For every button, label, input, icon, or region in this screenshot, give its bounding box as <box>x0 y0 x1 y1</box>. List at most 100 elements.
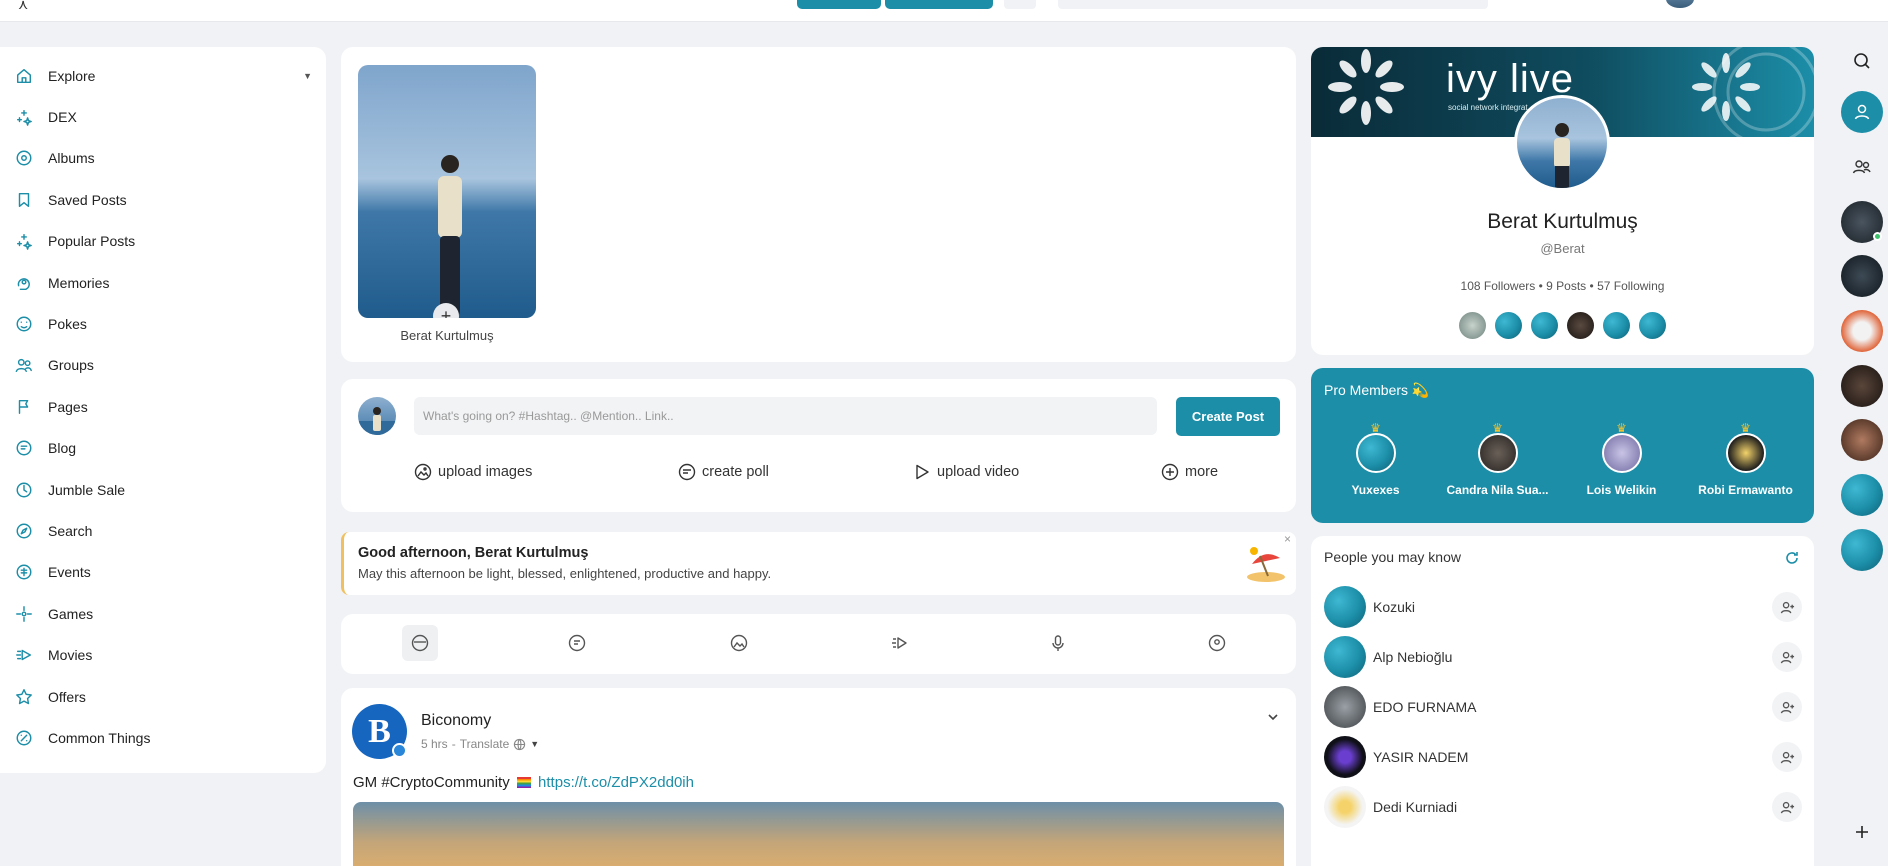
top-action-button-2[interactable] <box>885 0 993 9</box>
sidebar-item-offers[interactable]: Offers <box>0 676 326 717</box>
profile-avatar[interactable] <box>1514 95 1610 191</box>
friend-avatar[interactable] <box>1639 312 1666 339</box>
sidebar-item-common-things[interactable]: Common Things <box>0 717 326 758</box>
tab-location-posts[interactable] <box>1199 625 1235 661</box>
pro-member-avatar[interactable] <box>1355 433 1396 473</box>
sidebar-item-memories[interactable]: Memories <box>0 262 326 303</box>
suggested-person-name[interactable]: Dedi Kurniadi <box>1373 799 1772 815</box>
following-count[interactable]: 57 Following <box>1597 279 1664 293</box>
contact-avatar[interactable] <box>1841 255 1883 297</box>
chevron-down-icon[interactable] <box>1266 710 1280 724</box>
create-poll-button[interactable]: create poll <box>678 463 769 481</box>
verified-badge-icon <box>392 743 407 758</box>
refresh-icon[interactable] <box>1784 550 1800 566</box>
online-contact-avatar[interactable] <box>1841 201 1883 243</box>
sidebar-item-pages[interactable]: Pages <box>0 386 326 427</box>
create-post-button[interactable]: Create Post <box>1176 397 1280 436</box>
suggested-person-row[interactable]: Kozuki <box>1324 585 1802 629</box>
sidebar-item-games[interactable]: Games <box>0 593 326 634</box>
upload-images-button[interactable]: upload images <box>414 463 532 481</box>
suggested-person-avatar[interactable] <box>1324 736 1366 778</box>
caret-down-icon[interactable]: ▼ <box>303 71 312 81</box>
pro-member-avatar[interactable] <box>1601 433 1642 473</box>
tab-video-posts[interactable] <box>881 625 917 661</box>
post-image[interactable] <box>353 802 1284 866</box>
contact-avatar[interactable] <box>1841 474 1883 516</box>
suggested-person-row[interactable]: EDO FURNAMA <box>1324 685 1802 729</box>
cover-subtitle: social network integrat <box>1448 103 1528 112</box>
suggested-person-row[interactable]: YASIR NADEM <box>1324 735 1802 779</box>
suggested-person-name[interactable]: Alp Nebioğlu <box>1373 649 1772 665</box>
rail-search-button[interactable] <box>1841 40 1883 82</box>
pro-member[interactable]: ♛ Yuxexes <box>1318 422 1433 497</box>
add-friend-button[interactable] <box>1772 792 1802 822</box>
story-thumbnail[interactable]: + <box>358 65 536 318</box>
rail-friends-button[interactable] <box>1841 146 1883 188</box>
tab-text-posts[interactable] <box>559 625 595 661</box>
add-friend-button[interactable] <box>1772 742 1802 772</box>
more-button[interactable]: more <box>1161 463 1218 481</box>
post-author-name[interactable]: Biconomy <box>421 712 491 730</box>
sidebar-item-pokes[interactable]: Pokes <box>0 303 326 344</box>
pro-member[interactable]: ♛ Lois Welikin <box>1564 422 1679 497</box>
add-friend-button[interactable] <box>1772 592 1802 622</box>
privacy-caret-icon[interactable]: ▼ <box>530 739 539 749</box>
sidebar-item-groups[interactable]: Groups <box>0 345 326 386</box>
suggested-person-avatar[interactable] <box>1324 636 1366 678</box>
sidebar-item-saved-posts[interactable]: Saved Posts <box>0 179 326 220</box>
sidebar-item-movies[interactable]: Movies <box>0 634 326 675</box>
post-link[interactable]: https://t.co/ZdPX2dd0ih <box>538 774 694 791</box>
rail-profile-button[interactable] <box>1841 91 1883 133</box>
profile-name[interactable]: Berat Kurtulmuş <box>1311 210 1814 234</box>
suggested-person-name[interactable]: Kozuki <box>1373 599 1772 615</box>
posts-count[interactable]: 9 Posts <box>1546 279 1586 293</box>
tab-all-posts[interactable] <box>402 625 438 661</box>
contact-avatar[interactable] <box>1841 310 1883 352</box>
sidebar-item-albums[interactable]: Albums <box>0 138 326 179</box>
followers-count[interactable]: 108 Followers <box>1461 279 1536 293</box>
rail-add-button[interactable] <box>1841 811 1883 853</box>
pro-member-avatar[interactable] <box>1477 433 1518 473</box>
contact-avatar[interactable] <box>1841 529 1883 571</box>
contact-avatar[interactable] <box>1841 419 1883 461</box>
suggested-person-row[interactable]: Dedi Kurniadi <box>1324 785 1802 829</box>
suggested-person-avatar[interactable] <box>1324 686 1366 728</box>
translate-link[interactable]: Translate <box>460 737 510 751</box>
user-avatar[interactable] <box>1666 0 1694 8</box>
logo-icon[interactable]: ⋏ <box>18 0 28 13</box>
sidebar-item-explore[interactable]: Explore ▼ <box>0 55 326 96</box>
sidebar-item-blog[interactable]: Blog <box>0 428 326 469</box>
post-input[interactable] <box>414 397 1157 435</box>
suggested-person-avatar[interactable] <box>1324 786 1366 828</box>
stats-dot: • <box>1538 279 1543 293</box>
friend-avatar[interactable] <box>1495 312 1522 339</box>
top-icon-button[interactable] <box>1004 0 1036 9</box>
friend-avatar[interactable] <box>1531 312 1558 339</box>
sidebar-item-jumble-sale[interactable]: Jumble Sale <box>0 469 326 510</box>
suggested-person-row[interactable]: Alp Nebioğlu <box>1324 635 1802 679</box>
top-search-input[interactable] <box>1058 0 1488 9</box>
tab-audio-posts[interactable] <box>1040 625 1076 661</box>
flag-icon <box>14 397 34 417</box>
home-icon <box>14 66 34 86</box>
sidebar-item-search[interactable]: Search <box>0 510 326 551</box>
add-friend-button[interactable] <box>1772 692 1802 722</box>
sidebar-item-events[interactable]: Events <box>0 552 326 593</box>
sidebar-item-dex[interactable]: DEX <box>0 96 326 137</box>
pro-member[interactable]: ♛ Candra Nila Sua... <box>1440 422 1555 497</box>
upload-video-button[interactable]: upload video <box>913 463 1019 481</box>
sidebar-item-popular-posts[interactable]: Popular Posts <box>0 221 326 262</box>
pro-member[interactable]: ♛ Robi Ermawanto <box>1688 422 1803 497</box>
pro-member-avatar[interactable] <box>1725 433 1766 473</box>
pro-member-name: Candra Nila Sua... <box>1446 483 1549 497</box>
tab-photo-posts[interactable] <box>721 625 757 661</box>
friend-avatar[interactable] <box>1603 312 1630 339</box>
top-action-button-1[interactable] <box>797 0 881 9</box>
suggested-person-avatar[interactable] <box>1324 586 1366 628</box>
friend-avatar[interactable] <box>1459 312 1486 339</box>
friend-avatar[interactable] <box>1567 312 1594 339</box>
suggested-person-name[interactable]: EDO FURNAMA <box>1373 699 1772 715</box>
suggested-person-name[interactable]: YASIR NADEM <box>1373 749 1772 765</box>
add-friend-button[interactable] <box>1772 642 1802 672</box>
contact-avatar[interactable] <box>1841 365 1883 407</box>
